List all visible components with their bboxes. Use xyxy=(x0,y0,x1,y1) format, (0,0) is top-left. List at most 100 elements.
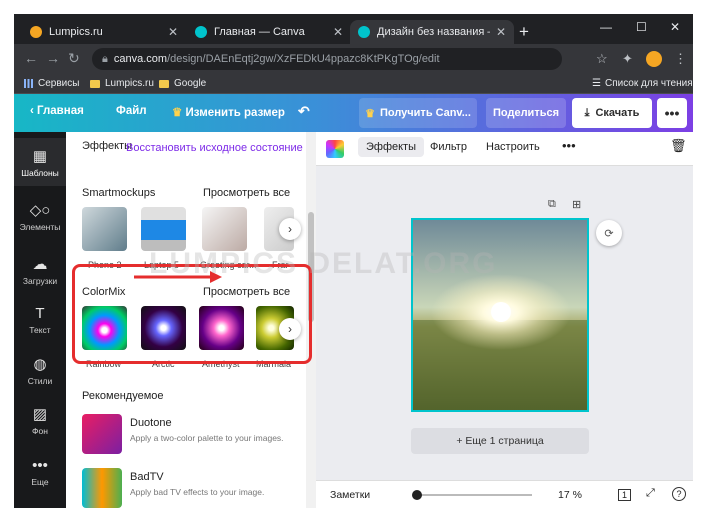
recommended-item-desc: Apply a two-color palette to your images… xyxy=(130,433,284,443)
bookmark-star-icon[interactable]: ☆ xyxy=(596,51,608,67)
duotone-thumb xyxy=(82,414,122,454)
mockup-laptop-thumb[interactable] xyxy=(141,207,186,251)
help-icon[interactable]: ? xyxy=(672,487,686,501)
folder-icon xyxy=(90,79,100,88)
duplicate-page-icon[interactable]: ⧉ xyxy=(548,198,556,211)
bookmark-lumpics[interactable]: Lumpics.ru xyxy=(90,78,154,89)
menu-icon[interactable]: ⋮ xyxy=(674,51,687,67)
profile-avatar[interactable] xyxy=(646,51,662,67)
reload-icon[interactable]: ↻ xyxy=(68,50,80,67)
file-menu[interactable]: Файл xyxy=(116,105,147,117)
toolbar-effects[interactable]: Эффекты xyxy=(358,137,425,157)
templates-icon: ▦ xyxy=(32,147,48,165)
notes-button[interactable]: Заметки xyxy=(330,489,370,501)
mockup-greeting-thumb[interactable] xyxy=(202,207,247,251)
more-icon: ••• xyxy=(32,457,48,474)
close-icon[interactable]: ✕ xyxy=(168,25,178,39)
mockup-phone-thumb[interactable] xyxy=(82,207,127,251)
address-bar-row: ← → ↻ 🔒︎ canva.com/design/DAEnEqtj2gw/Xz… xyxy=(14,44,693,74)
tab-canva-home[interactable]: Главная — Canva ✕ xyxy=(187,20,351,44)
back-icon[interactable]: ← xyxy=(24,50,38,66)
fullscreen-icon[interactable]: ⤢ xyxy=(646,487,655,500)
annotation-arrow xyxy=(134,271,222,283)
download-button[interactable]: ⤓ Скачать xyxy=(572,98,652,128)
toolbar-adjust[interactable]: Настроить xyxy=(486,141,540,153)
extensions-icon[interactable]: ✦ xyxy=(622,51,633,67)
download-icon: ⤓ xyxy=(584,106,590,119)
smartmockups-see-all[interactable]: Просмотреть все xyxy=(203,187,290,199)
maximize-icon[interactable]: ☐ xyxy=(636,20,647,34)
browser-window: Lumpics.ru ✕ Главная — Canva ✕ Дизайн бе… xyxy=(14,14,693,508)
chevron-left-icon: ‹ xyxy=(30,105,38,117)
reading-list[interactable]: ☰ Список для чтения xyxy=(592,78,693,89)
zoom-slider[interactable] xyxy=(412,490,532,500)
close-icon[interactable]: ✕ xyxy=(496,25,506,39)
rail-item-styles[interactable]: ◍ Стили xyxy=(14,346,66,394)
left-rail: ▦ Шаблоны ◇○ Элементы ☁ Загрузки T Текст ◍ Ст… xyxy=(14,132,66,508)
text-icon: T xyxy=(35,305,45,322)
bookmarks-bar: Сервисы Lumpics.ru Google ☰ Список для чт… xyxy=(14,74,693,94)
rail-item-elements[interactable]: ◇○ Элементы xyxy=(14,192,66,240)
slider-knob[interactable] xyxy=(412,490,422,500)
editor-canvas-area: Эффекты Фильтр Настроить ••• 🗑︎ ⧉ ⊞ ⟳ + … xyxy=(316,132,693,508)
editor-footer: Заметки 17 % 1 ⤢ ? xyxy=(316,480,693,508)
recommended-badtv[interactable]: BadTV Apply bad TV effects to your image… xyxy=(82,468,302,508)
toolbar-filter[interactable]: Фильтр xyxy=(430,141,467,153)
sunrise-image xyxy=(413,220,587,410)
smartmockups-title: Smartmockups xyxy=(82,187,156,199)
lumpics-favicon-icon xyxy=(30,26,42,38)
url-field[interactable]: 🔒︎ canva.com/design/DAEnEqtj2gw/XzFEDkU4… xyxy=(92,48,562,70)
tab-canva-design[interactable]: Дизайн без названия — 1481 ✕ xyxy=(350,20,514,44)
crown-icon: ♛ xyxy=(365,107,375,120)
home-link[interactable]: ‹ Главная xyxy=(30,105,84,117)
undo-icon[interactable]: ↶ xyxy=(298,103,310,120)
minimize-icon[interactable]: — xyxy=(600,20,612,34)
zoom-level[interactable]: 17 % xyxy=(558,489,582,501)
page-count-button[interactable]: 1 xyxy=(618,489,632,501)
add-page-icon[interactable]: ⊞ xyxy=(572,198,581,211)
elements-icon: ◇○ xyxy=(29,201,51,219)
crown-icon: ♛ xyxy=(172,107,186,119)
rail-item-background[interactable]: ▨ Фон xyxy=(14,396,66,444)
panel-title: Эффекты xyxy=(82,140,133,152)
add-page-button[interactable]: + Еще 1 страница xyxy=(411,428,589,454)
color-picker-icon[interactable] xyxy=(326,140,344,158)
recommended-item-title: Duotone xyxy=(130,417,172,429)
rail-item-uploads[interactable]: ☁ Загрузки xyxy=(14,246,66,294)
get-canva-pro-button[interactable]: ♛ Получить Canv... xyxy=(359,98,477,128)
apps-grid-icon xyxy=(24,79,33,88)
bookmark-google[interactable]: Google xyxy=(159,78,206,89)
background-icon: ▨ xyxy=(32,405,48,423)
tab-lumpics[interactable]: Lumpics.ru ✕ xyxy=(22,20,186,44)
more-icon[interactable]: ••• xyxy=(562,138,576,153)
tab-strip: Lumpics.ru ✕ Главная — Canva ✕ Дизайн бе… xyxy=(14,14,693,44)
styles-icon: ◍ xyxy=(33,355,47,373)
share-button[interactable]: Поделиться xyxy=(486,98,566,128)
refresh-icon[interactable]: ⟳ xyxy=(596,220,622,246)
close-icon[interactable]: ✕ xyxy=(333,25,343,39)
resize-button[interactable]: ♛ Изменить размер xyxy=(172,105,285,119)
recommended-duotone[interactable]: Duotone Apply a two-color palette to you… xyxy=(82,414,302,460)
badtv-thumb xyxy=(82,468,122,508)
recommended-item-title: BadTV xyxy=(130,471,164,483)
design-page[interactable] xyxy=(411,218,589,412)
restore-original-link[interactable]: Восстановить исходное состояние xyxy=(126,142,303,154)
canva-header: ‹ Главная Файл ♛ Изменить размер ↶ ♛ Полу… xyxy=(14,94,693,132)
trash-icon[interactable]: 🗑︎ xyxy=(670,138,687,154)
rail-item-text[interactable]: T Текст xyxy=(14,296,66,344)
canva-favicon-icon xyxy=(358,26,370,38)
recommended-item-desc: Apply bad TV effects to your image. xyxy=(130,487,265,497)
window-close-icon[interactable]: ✕ xyxy=(670,20,680,34)
reading-list-icon: ☰ xyxy=(592,78,601,89)
new-tab-button[interactable]: + xyxy=(519,22,529,42)
lock-icon: 🔒︎ xyxy=(102,52,108,65)
chevron-right-icon[interactable]: › xyxy=(279,218,301,240)
forward-icon[interactable]: → xyxy=(46,50,60,66)
rail-item-more[interactable]: ••• Еще xyxy=(14,448,66,496)
uploads-icon: ☁ xyxy=(32,255,48,273)
more-options-button[interactable]: ••• xyxy=(657,98,687,128)
folder-icon xyxy=(159,79,169,88)
rail-item-templates[interactable]: ▦ Шаблоны xyxy=(14,138,66,186)
bookmark-services[interactable]: Сервисы xyxy=(24,78,79,89)
canva-favicon-icon xyxy=(195,26,207,38)
